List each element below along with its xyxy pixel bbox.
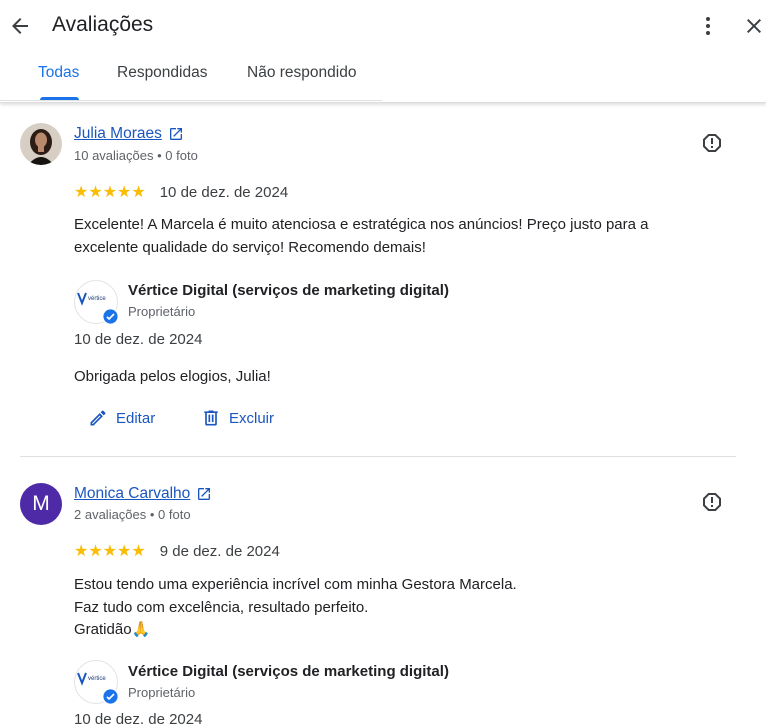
star-rating: ★★★★★ <box>74 543 146 560</box>
reviewer-meta: 10 avaliações • 0 foto <box>74 148 198 163</box>
owner-name: Vértice Digital (serviços de marketing d… <box>128 282 449 299</box>
reviewer-name-row: Monica Carvalho <box>74 485 212 503</box>
tab-todas[interactable]: Todas <box>38 64 79 82</box>
review-text-line: Excelente! A Marcela é muito atenciosa e… <box>74 216 649 233</box>
owner-logo: vértice <box>74 280 119 325</box>
delete-label: Excluir <box>229 409 275 427</box>
rating-row: ★★★★★ 9 de dez. de 2024 <box>74 541 280 561</box>
reviewer-name[interactable]: Julia Moraes <box>74 125 162 143</box>
reply-text: Obrigada pelos elogios, Julia! <box>74 368 271 385</box>
verified-badge-icon <box>102 688 119 705</box>
close-icon[interactable] <box>742 14 766 38</box>
avatar[interactable] <box>20 123 62 165</box>
review-date: 10 de dez. de 2024 <box>159 183 289 201</box>
rating-row: ★★★★★ 10 de dez. de 2024 <box>74 182 288 202</box>
owner-role: Proprietário <box>128 304 196 319</box>
review-text: Estou tendo uma experiência incrível com… <box>74 574 714 642</box>
svg-text:vértice: vértice <box>88 296 106 302</box>
owner-role: Proprietário <box>128 685 196 700</box>
external-link-icon[interactable] <box>196 486 212 502</box>
reviewer-name-row: Julia Moraes <box>74 125 184 143</box>
report-icon[interactable] <box>700 490 724 514</box>
avatar-photo <box>20 123 62 165</box>
review-text-line: Gratidão🙏 <box>74 621 151 638</box>
review-text-line: excelente qualidade do serviço! Recomend… <box>74 238 426 256</box>
external-link-icon[interactable] <box>168 126 184 142</box>
header: Avaliações Todas Respondidas Não respond… <box>0 0 766 103</box>
reply-date: 10 de dez. de 2024 <box>74 331 203 348</box>
more-vert-icon[interactable] <box>696 14 720 38</box>
tabs-divider <box>0 100 382 101</box>
delete-button[interactable]: Excluir <box>201 408 274 428</box>
avatar[interactable]: M <box>20 483 62 525</box>
verified-badge-icon <box>102 308 119 325</box>
owner-logo: vértice <box>74 660 119 705</box>
reviewer-name[interactable]: Monica Carvalho <box>74 485 190 503</box>
tab-respondidas[interactable]: Respondidas <box>117 64 207 82</box>
pencil-icon <box>90 410 106 426</box>
owner-name: Vértice Digital (serviços de marketing d… <box>128 663 449 680</box>
tab-nao-respondido[interactable]: Não respondido <box>247 64 356 82</box>
review-text-line: Faz tudo com excelência, resultado perfe… <box>74 598 369 616</box>
reviewer-meta: 2 avaliações • 0 foto <box>74 507 191 522</box>
review-date: 9 de dez. de 2024 <box>159 542 280 560</box>
svg-text:vértice: vértice <box>88 676 106 682</box>
review-text: Excelente! A Marcela é muito atenciosa e… <box>74 214 714 259</box>
page-title: Avaliações <box>52 13 154 36</box>
report-icon[interactable] <box>700 131 724 155</box>
trash-icon <box>204 410 218 426</box>
review-text-line: Estou tendo uma experiência incrível com… <box>74 576 517 593</box>
review-divider <box>20 456 736 457</box>
edit-label: Editar <box>116 409 156 427</box>
arrow-back-icon[interactable] <box>8 14 32 38</box>
reply-date: 10 de dez. de 2024 <box>74 711 203 728</box>
edit-button[interactable]: Editar <box>88 408 155 428</box>
star-rating: ★★★★★ <box>74 184 146 201</box>
